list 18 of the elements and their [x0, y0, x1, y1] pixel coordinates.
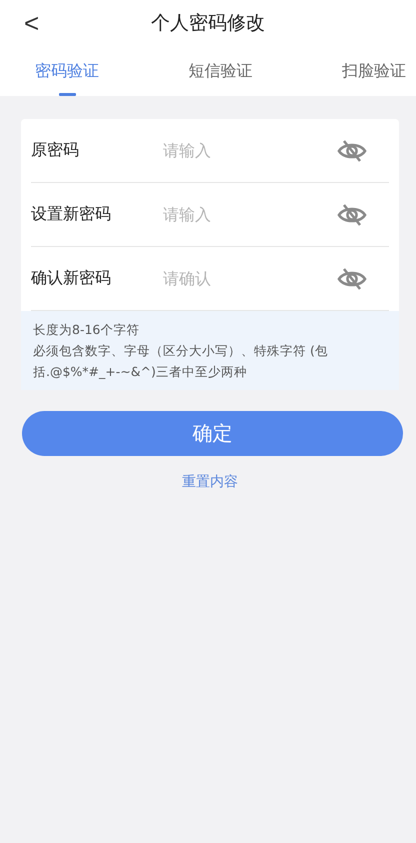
- field-label: 原密码: [31, 140, 80, 161]
- back-button[interactable]: <: [0, 10, 40, 36]
- field-label: 设置新密码: [31, 204, 112, 225]
- password-field[interactable]: 请输入: [163, 205, 337, 224]
- eye-slash-icon[interactable]: [337, 138, 367, 162]
- hint-text: 长度为8-16个字符: [33, 321, 140, 339]
- tab[interactable]: 密码验证: [35, 46, 99, 96]
- tab[interactable]: 短信验证: [188, 46, 252, 96]
- eye-slash-icon[interactable]: [337, 202, 367, 226]
- tab[interactable]: 扫脸验证: [342, 46, 406, 96]
- field-label: 确认新密码: [31, 268, 112, 289]
- eye-slash-icon[interactable]: [337, 266, 367, 290]
- reset-link[interactable]: 重置内容: [182, 473, 238, 491]
- password-field[interactable]: 请确认: [163, 269, 337, 288]
- page-title: 个人密码修改: [150, 11, 266, 36]
- password-field[interactable]: 请输入: [163, 141, 337, 160]
- confirm-button[interactable]: 确定: [22, 411, 403, 456]
- hint-text: 必须包含数字、字母（区分大小写）、特殊字符 (包括.@$%*#_+-~&^)三者中至少两种: [33, 342, 329, 381]
